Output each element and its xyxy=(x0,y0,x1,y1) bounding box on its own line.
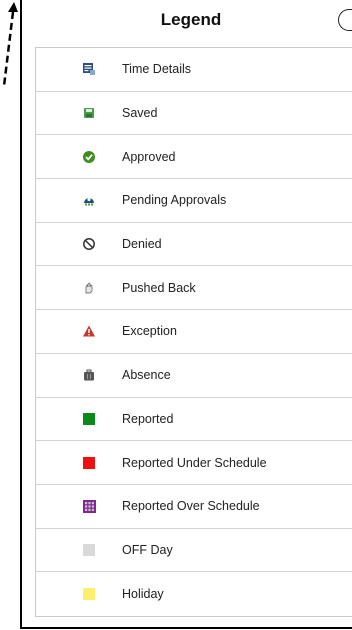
time-details-icon xyxy=(82,62,96,76)
absence-briefcase-icon xyxy=(82,368,96,382)
legend-item-label: Time Details xyxy=(122,62,191,77)
legend-title: Legend xyxy=(160,10,222,29)
legend-item-exception: Exception xyxy=(36,310,352,354)
legend-item-reported-over-schedule: Reported Over Schedule xyxy=(36,485,352,529)
legend-item-label: Saved xyxy=(122,106,158,121)
legend-item-off-day: OFF Day xyxy=(36,529,352,573)
legend-item-label: Reported xyxy=(122,411,174,426)
reported-square xyxy=(82,412,96,426)
legend-item-label: Pending Approvals xyxy=(122,193,227,208)
legend-item-label: OFF Day xyxy=(122,542,173,557)
legend-panel: Legend × Time Details xyxy=(20,0,352,629)
legend-item-holiday: Holiday xyxy=(36,572,352,616)
legend-item-label: Exception xyxy=(122,324,177,339)
legend-item-pushed-back: Pushed Back xyxy=(36,266,352,311)
reported-over-schedule-square xyxy=(82,499,96,513)
legend-item-approved: Approved xyxy=(36,135,352,180)
approved-check-icon xyxy=(82,150,96,164)
legend-item-pending-approvals: Pending Approvals xyxy=(36,179,352,223)
legend-item-label: Reported Over Schedule xyxy=(122,499,260,514)
denied-icon xyxy=(82,237,96,251)
legend-item-absence: Absence xyxy=(36,354,352,398)
legend-item-label: Pushed Back xyxy=(122,280,196,295)
legend-item-label: Absence xyxy=(122,368,171,383)
close-button[interactable]: × xyxy=(338,9,352,31)
legend-item-saved: Saved xyxy=(36,92,352,136)
holiday-square xyxy=(82,587,96,601)
legend-item-denied: Denied xyxy=(36,223,352,267)
legend-list: Time Details Saved Approved Pending Appr… xyxy=(35,47,352,617)
legend-page: Legend × Time Details xyxy=(0,0,352,630)
legend-item-reported: Reported xyxy=(36,398,352,442)
legend-item-label: Holiday xyxy=(122,587,164,602)
exception-warning-icon xyxy=(82,324,96,338)
pushed-back-hand-icon xyxy=(82,281,96,295)
saved-icon xyxy=(82,106,96,120)
legend-item-label: Denied xyxy=(122,237,162,252)
legend-item-label: Reported Under Schedule xyxy=(122,455,267,470)
legend-header: Legend × xyxy=(22,0,352,38)
legend-item-time-details: Time Details xyxy=(36,48,352,92)
legend-item-reported-under-schedule: Reported Under Schedule xyxy=(36,441,352,485)
pending-approvals-icon xyxy=(82,193,96,207)
off-day-square xyxy=(82,543,96,557)
legend-item-label: Approved xyxy=(122,149,176,164)
reported-under-schedule-square xyxy=(82,456,96,470)
